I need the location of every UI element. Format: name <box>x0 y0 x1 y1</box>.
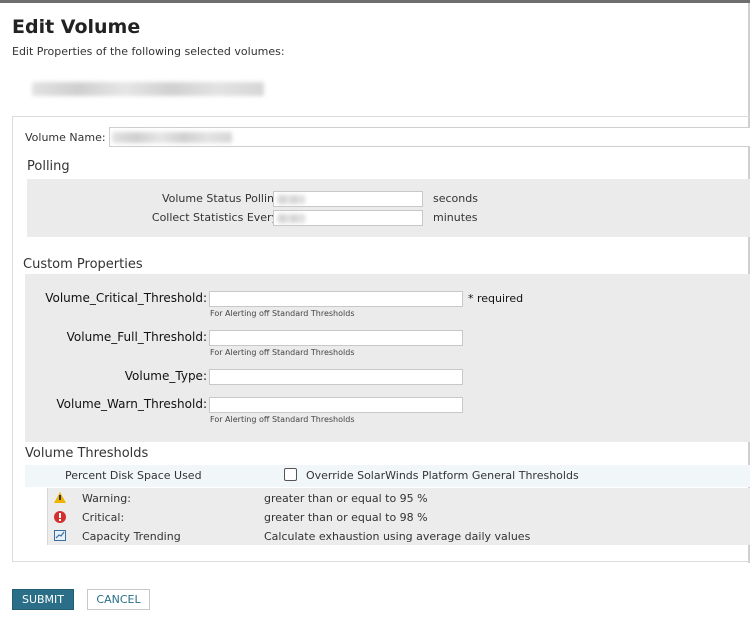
page-title: Edit Volume <box>12 16 141 38</box>
cp-input-critical-threshold[interactable] <box>209 291 463 307</box>
cp-input-warn-threshold[interactable] <box>209 397 463 413</box>
threshold-value: greater than or equal to 95 % <box>264 492 428 505</box>
cancel-button[interactable]: CANCEL <box>87 589 150 610</box>
cp-label-volume-type: Volume_Type: <box>124 369 207 383</box>
cp-hint-full-threshold: For Alerting off Standard Thresholds <box>210 348 355 357</box>
percent-disk-space-label: Percent Disk Space Used <box>65 469 202 482</box>
polling-section: Volume Status Polling seconds Collect St… <box>27 179 750 237</box>
custom-properties-section-title: Custom Properties <box>23 257 143 272</box>
polling-section-title: Polling <box>27 159 70 174</box>
threshold-row-critical: Critical: greater than or equal to 98 % <box>48 508 750 527</box>
cp-hint-warn-threshold: For Alerting off Standard Thresholds <box>210 415 355 424</box>
thresholds-header-row: Percent Disk Space Used Override SolarWi… <box>25 465 750 487</box>
page-subtitle: Edit Properties of the following selecte… <box>12 45 285 58</box>
critical-icon <box>54 511 66 523</box>
collect-stats-unit: minutes <box>433 211 478 224</box>
status-polling-unit: seconds <box>433 192 478 205</box>
status-polling-label: Volume Status Polling <box>161 192 281 205</box>
threshold-row-warning: Warning: greater than or equal to 95 % <box>48 489 750 508</box>
threshold-name: Capacity Trending <box>82 530 181 543</box>
threshold-value: Calculate exhaustion using average daily… <box>264 530 531 543</box>
edit-properties-panel: Volume Name: Polling Volume Status Polli… <box>12 116 750 562</box>
cp-label-critical-threshold: Volume_Critical_Threshold: <box>45 291 207 305</box>
submit-button[interactable]: SUBMIT <box>12 589 74 610</box>
volume-name-row: Volume Name: <box>25 131 106 145</box>
cp-hint-critical-threshold: For Alerting off Standard Thresholds <box>210 309 355 318</box>
window-top-border <box>0 0 750 3</box>
cp-label-full-threshold: Volume_Full_Threshold: <box>66 330 207 344</box>
cp-label-warn-threshold: Volume_Warn_Threshold: <box>56 397 207 411</box>
collect-stats-value-redacted <box>277 214 305 223</box>
volume-name-label: Volume Name: <box>25 131 106 144</box>
volume-name-value-redacted <box>112 132 232 143</box>
volume-thresholds-section-title: Volume Thresholds <box>25 446 149 461</box>
cp-input-full-threshold[interactable] <box>209 330 463 346</box>
thresholds-table: Warning: greater than or equal to 95 % C… <box>47 488 750 545</box>
collect-stats-label: Collect Statistics Every: <box>151 211 281 224</box>
threshold-row-capacity-trending: Capacity Trending Calculate exhaustion u… <box>48 527 750 546</box>
threshold-name: Warning: <box>82 492 131 505</box>
status-polling-value-redacted <box>277 195 305 204</box>
threshold-value: greater than or equal to 98 % <box>264 511 428 524</box>
selected-volume-name-redacted <box>32 82 264 96</box>
custom-properties-section: Volume_Critical_Threshold: * required Fo… <box>25 274 750 442</box>
cp-input-volume-type[interactable] <box>209 369 463 385</box>
required-note: * required <box>468 292 524 305</box>
status-polling-input[interactable] <box>273 191 423 207</box>
override-thresholds-checkbox[interactable] <box>284 468 297 481</box>
warning-icon-mark <box>59 495 61 500</box>
override-thresholds-label[interactable]: Override SolarWinds Platform General Thr… <box>306 469 579 482</box>
volume-name-input[interactable] <box>109 127 750 147</box>
threshold-name: Critical: <box>82 511 125 524</box>
capacity-trend-icon <box>54 530 66 541</box>
collect-stats-input[interactable] <box>273 210 423 226</box>
